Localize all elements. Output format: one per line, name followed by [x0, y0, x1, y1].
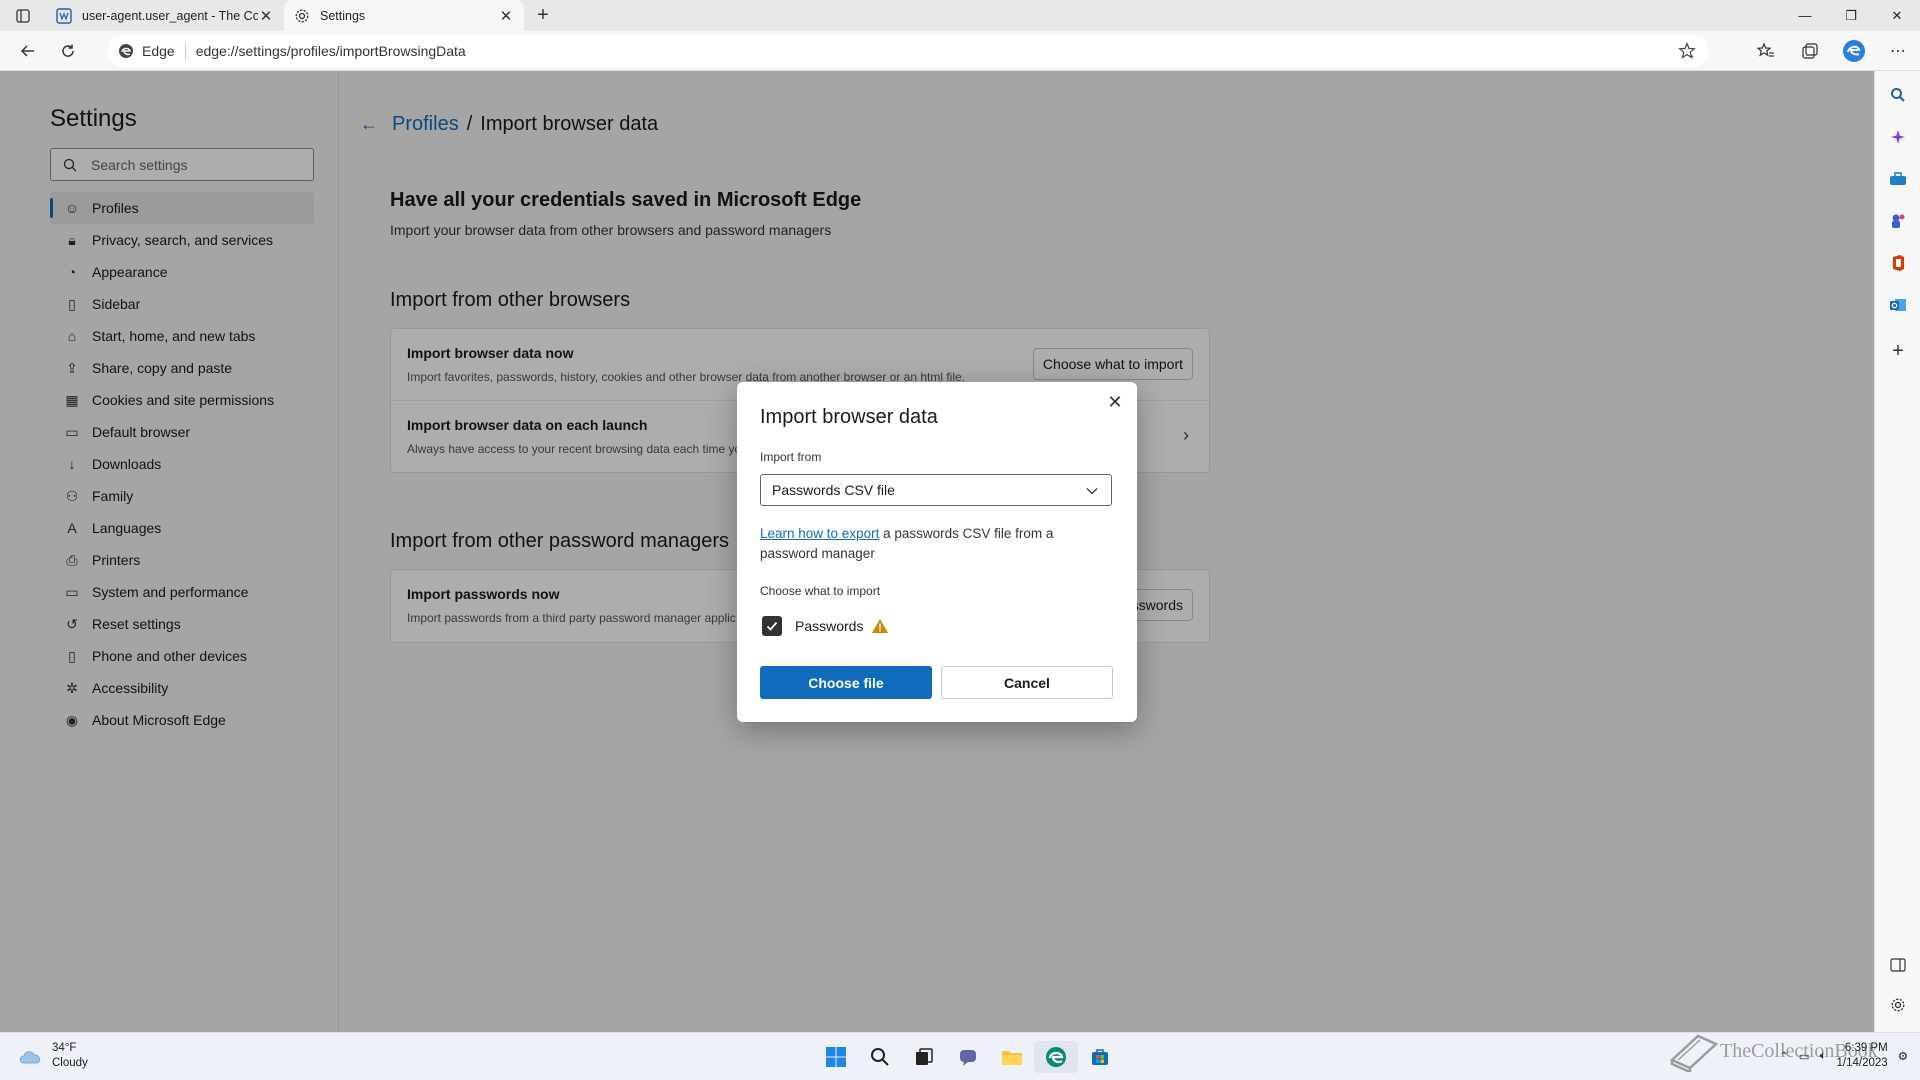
sidebar-add-icon[interactable]: + [1886, 339, 1910, 363]
import-from-value: Passwords CSV file [772, 482, 895, 498]
avatar [1843, 40, 1865, 62]
folder-icon [1002, 1051, 1022, 1065]
more-menu-button[interactable]: ⋯ [1876, 35, 1920, 67]
tab-actions-button[interactable] [0, 0, 46, 31]
windows-taskbar: 34°F Cloudy ⌃ ▭ 🔈︎ 6:39 PM 1/14/2023 ⚙ [0, 1032, 1920, 1080]
favorites-icon [1757, 42, 1774, 57]
import-from-select[interactable]: Passwords CSV file [760, 474, 1112, 506]
add-favorite-icon[interactable]: + [1678, 41, 1696, 65]
refresh-button[interactable] [48, 35, 88, 67]
toolbar-right: ⋯ [1744, 35, 1920, 67]
tab-close-icon[interactable]: ✕ [258, 8, 274, 25]
choose-file-button[interactable]: Choose file [760, 666, 932, 699]
learn-how-to-export-link[interactable]: Learn how to export [760, 526, 879, 541]
choose-what-to-import-label: Choose what to import [760, 584, 881, 598]
window-controls: — ❐ ✕ [1782, 0, 1920, 31]
sidebar-panel-icon[interactable] [1886, 953, 1910, 977]
gear-icon [294, 8, 310, 24]
site-brand-label: Edge [142, 43, 175, 59]
weather-description: Cloudy [52, 1057, 88, 1069]
tab-title: user-agent.user_agent - The Coll [82, 8, 258, 23]
page-favicon-icon [56, 7, 72, 24]
back-arrow-icon [20, 44, 34, 57]
watermark-logo: TheCollectionBook [1668, 1030, 1878, 1072]
restore-button[interactable]: ❐ [1828, 0, 1874, 31]
teams-chat-button[interactable] [946, 1041, 990, 1073]
sidebar-games-icon[interactable] [1886, 209, 1910, 233]
task-view-icon [916, 1048, 933, 1065]
warning-icon[interactable] [871, 618, 889, 639]
store-icon [1092, 1049, 1108, 1065]
back-button[interactable] [8, 35, 48, 67]
sidebar-search-icon[interactable] [1886, 83, 1910, 107]
watermark-text: TheCollectionBook [1720, 1039, 1878, 1062]
ellipsis-icon: ⋯ [1890, 43, 1906, 60]
notifications-icon[interactable]: ⚙ [1898, 1049, 1908, 1063]
tab-bar: user-agent.user_agent - The Coll ✕ Setti… [0, 0, 1920, 31]
collections-icon [1802, 43, 1818, 59]
sidebar-settings-gear-icon[interactable] [1886, 993, 1910, 1017]
sidebar-tools-icon[interactable] [1886, 167, 1910, 191]
svg-text:+: + [1690, 54, 1694, 60]
new-tab-button[interactable]: + [524, 0, 562, 31]
edge-taskbar-button[interactable] [1034, 1041, 1078, 1073]
tab-close-icon[interactable]: ✕ [498, 8, 514, 25]
cancel-button[interactable]: Cancel [941, 666, 1113, 699]
close-window-button[interactable]: ✕ [1874, 0, 1920, 31]
dialog-title: Import browser data [760, 406, 938, 428]
chevron-down-icon [1086, 488, 1098, 495]
taskbar-apps [814, 1041, 1122, 1073]
sidebar-outlook-icon[interactable] [1886, 293, 1910, 317]
search-icon [871, 1048, 889, 1066]
start-button[interactable] [814, 1041, 858, 1073]
tab-title: Settings [320, 8, 366, 23]
help-text: Learn how to export a passwords CSV file… [760, 524, 1090, 564]
file-explorer-button[interactable] [990, 1041, 1034, 1073]
collections-button[interactable] [1788, 35, 1832, 67]
address-bar[interactable]: Edge edge://settings/profiles/importBrow… [108, 35, 1708, 67]
import-browser-data-dialog: ✕ Import browser data Import from Passwo… [737, 382, 1137, 722]
profile-button[interactable] [1832, 35, 1876, 67]
cloud-icon [19, 1051, 41, 1064]
tab-user-agent[interactable]: user-agent.user_agent - The Coll ✕ [46, 0, 284, 31]
browser-toolbar: Edge edge://settings/profiles/importBrow… [0, 31, 1920, 71]
weather-temperature: 34°F [52, 1042, 77, 1054]
chat-icon [960, 1050, 976, 1066]
sidebar-office-icon[interactable] [1886, 251, 1910, 275]
site-identity[interactable]: Edge [118, 42, 186, 60]
book-icon [1669, 1034, 1719, 1072]
store-button[interactable] [1078, 1041, 1122, 1073]
checkmark-icon [766, 621, 778, 631]
import-from-label: Import from [760, 450, 822, 464]
refresh-icon [62, 44, 74, 57]
tab-actions-icon [16, 8, 30, 23]
edge-icon [119, 44, 133, 58]
windows-logo-icon [826, 1047, 846, 1067]
weather-widget[interactable]: 34°F Cloudy [18, 1041, 88, 1071]
minimize-button[interactable]: — [1782, 0, 1828, 31]
passwords-checkbox-label[interactable]: Passwords [795, 618, 863, 634]
edge-sidebar: + [1874, 71, 1920, 1032]
tab-settings[interactable]: Settings ✕ [284, 0, 524, 31]
task-view-button[interactable] [902, 1041, 946, 1073]
favorites-button[interactable] [1744, 35, 1788, 67]
edge-icon [1046, 1047, 1066, 1067]
close-icon[interactable]: ✕ [1105, 392, 1125, 412]
taskbar-search-button[interactable] [858, 1041, 902, 1073]
url-text[interactable]: edge://settings/profiles/importBrowsingD… [196, 43, 466, 59]
sidebar-discover-icon[interactable] [1886, 125, 1910, 149]
passwords-checkbox[interactable] [762, 616, 782, 636]
